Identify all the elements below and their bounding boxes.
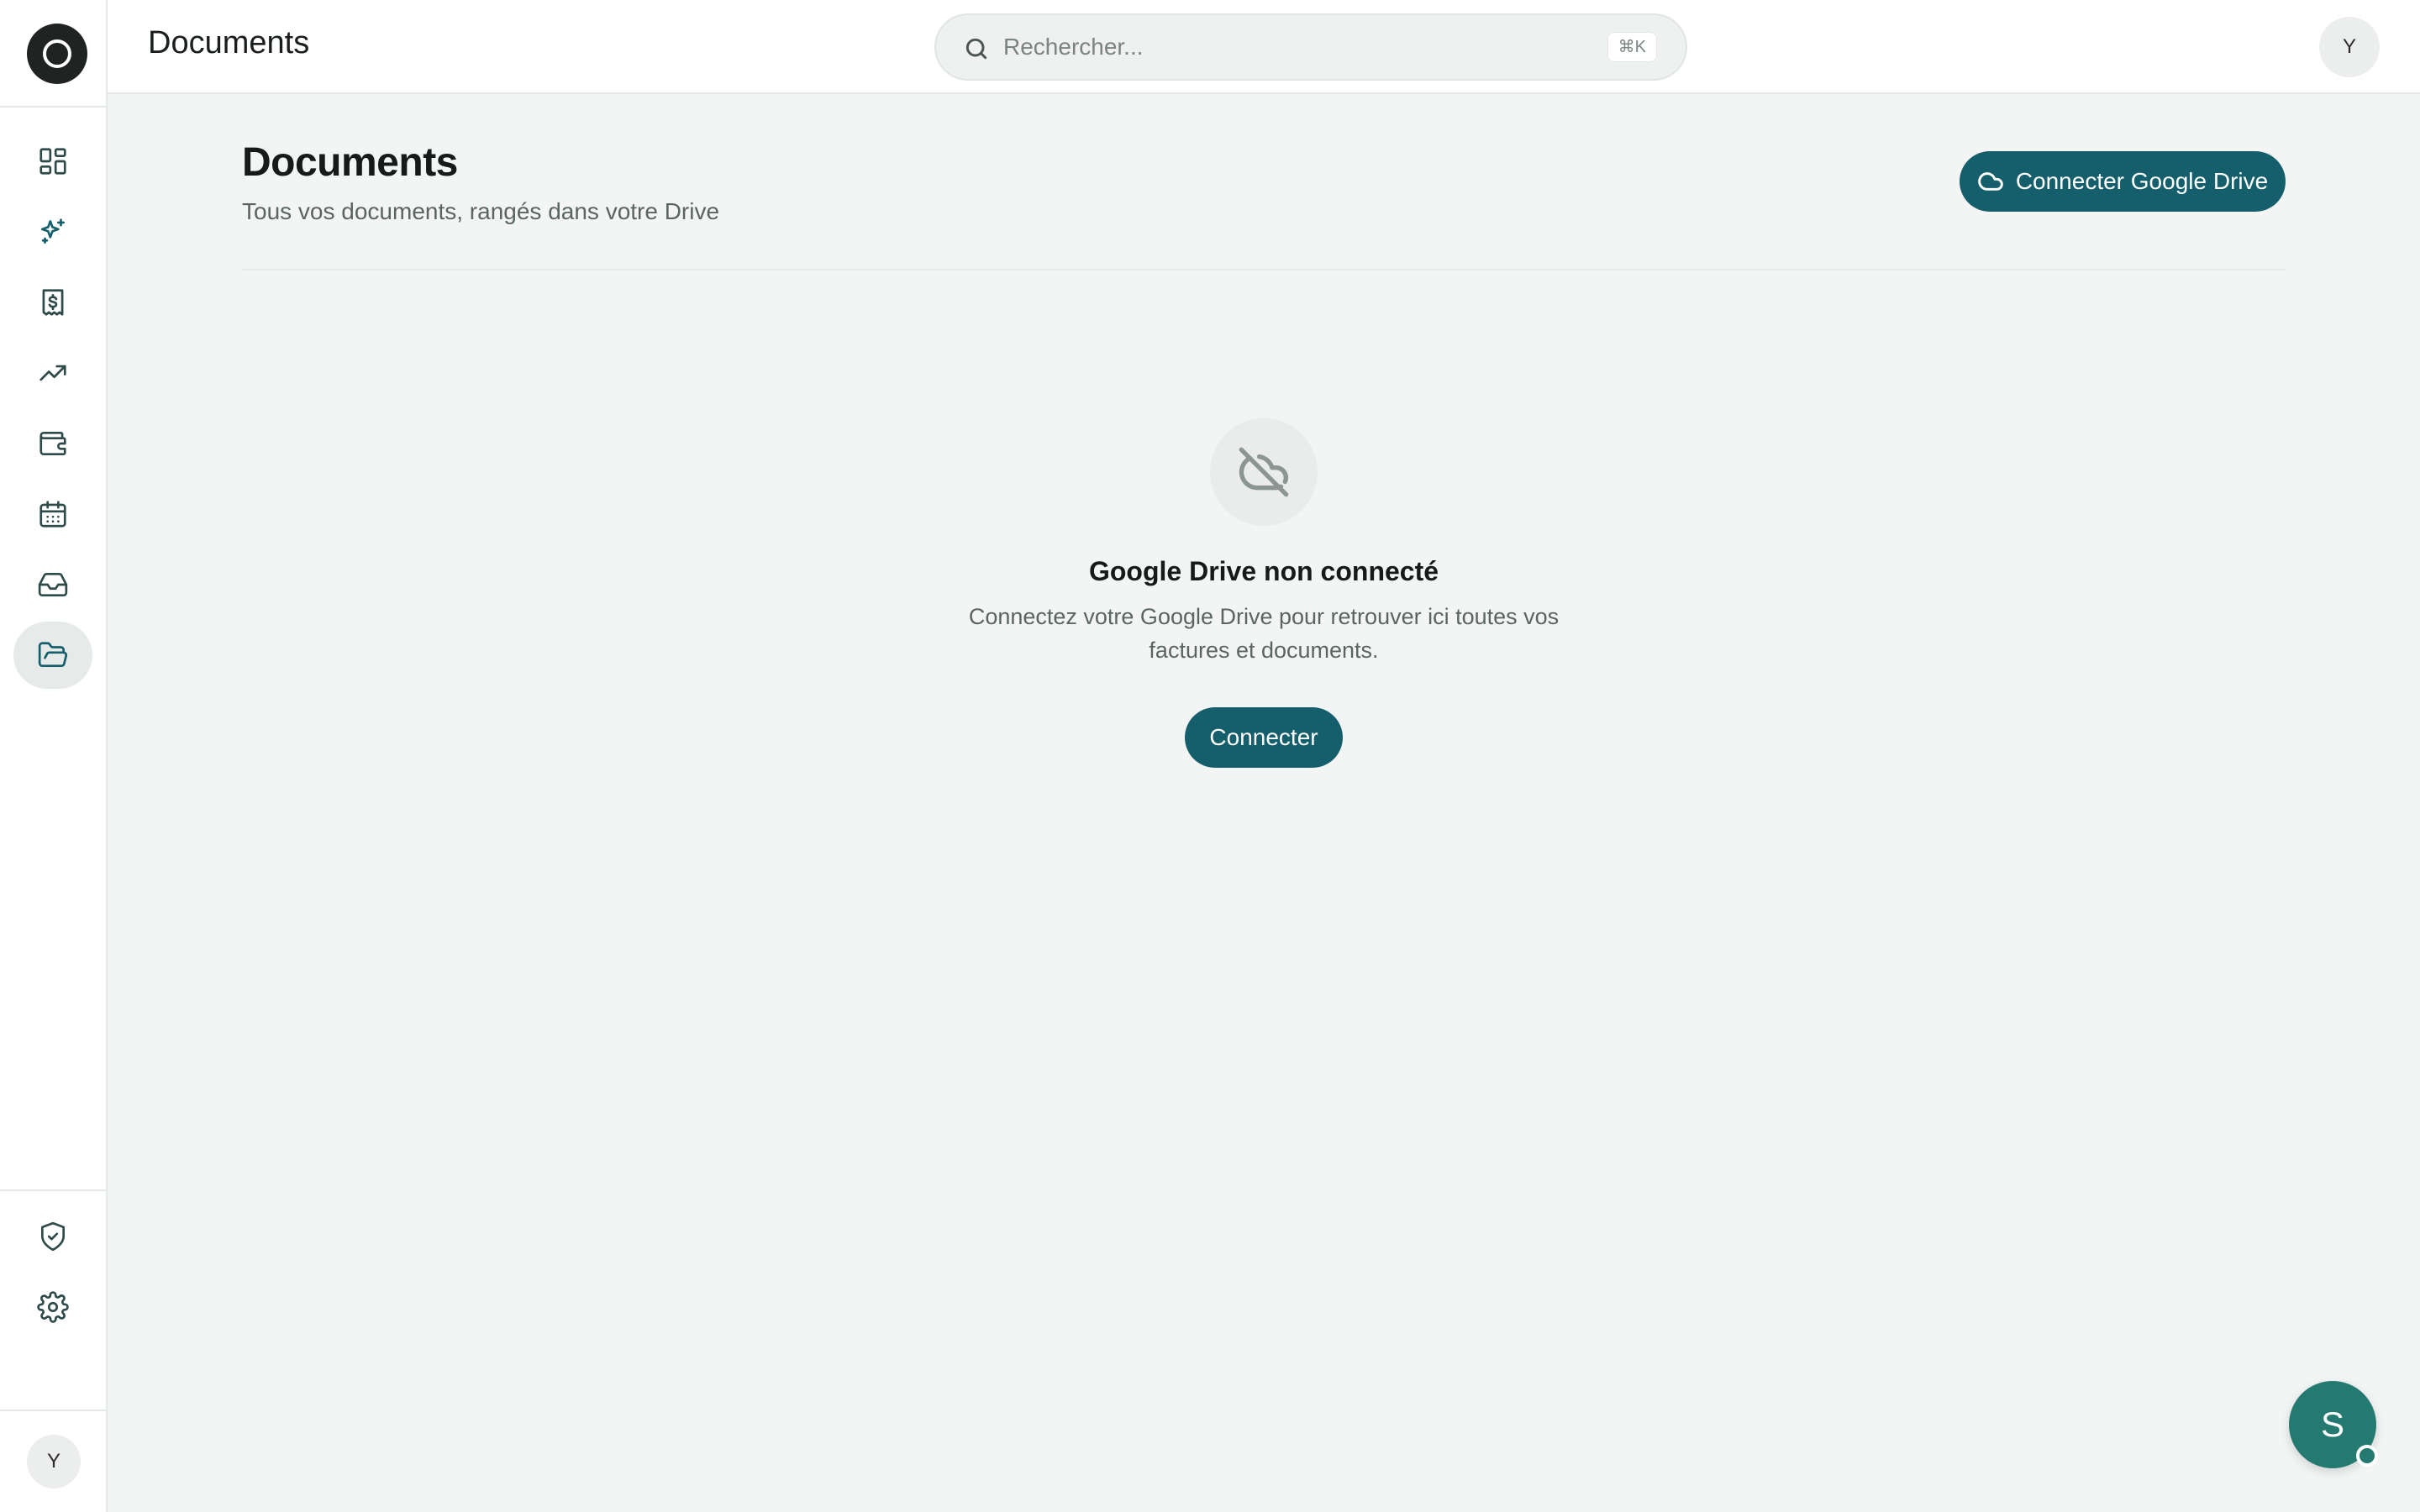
connect-button[interactable]: Connecter (1185, 707, 1343, 768)
sidebar-item-calendar[interactable] (13, 480, 92, 548)
header-title: Documents (148, 25, 310, 60)
page-title: Documents (242, 140, 458, 185)
sidebar-item-documents[interactable] (13, 622, 92, 689)
fab-initial: S (2320, 1404, 2344, 1444)
sidebar-divider (0, 106, 108, 108)
header-avatar[interactable]: Y (2319, 17, 2380, 77)
grid-icon (39, 148, 66, 175)
cloud-icon (1978, 172, 2003, 191)
folder-open-icon (38, 642, 68, 668)
receipt-dollar-icon (42, 289, 64, 316)
sidebar-item-ai[interactable] (13, 198, 92, 265)
connect-google-drive-label: Connecter Google Drive (2015, 168, 2269, 194)
empty-state-icon-wrap (1210, 418, 1318, 526)
sidebar-divider (0, 1189, 108, 1191)
sidebar-item-inbox[interactable] (13, 551, 92, 618)
gear-icon (37, 1291, 69, 1323)
sidebar-item-settings[interactable] (13, 1273, 92, 1341)
sparkles-icon (40, 218, 66, 244)
connect-google-drive-button[interactable]: Connecter Google Drive (1960, 151, 2286, 212)
sidebar-item-dashboard[interactable] (13, 128, 92, 195)
search-input[interactable] (1003, 29, 1558, 66)
sidebar-item-analytics[interactable] (13, 339, 92, 407)
page-subtitle: Tous vos documents, rangés dans votre Dr… (242, 198, 720, 224)
inbox-icon (38, 572, 68, 597)
status-dot (2356, 1445, 2378, 1467)
wallet-icon (39, 431, 66, 456)
sidebar: Y (0, 0, 108, 1512)
search-icon (965, 38, 987, 60)
shield-check-icon (40, 1221, 66, 1252)
user-avatar[interactable]: Y (27, 1435, 81, 1488)
logo-ring-icon (43, 39, 71, 68)
trending-up-icon (39, 365, 66, 381)
search-bar[interactable]: ⌘K (934, 13, 1687, 81)
sidebar-item-invoices[interactable] (13, 269, 92, 336)
calendar-icon (39, 501, 66, 528)
search-shortcut-badge: ⌘K (1607, 32, 1657, 62)
sidebar-item-security[interactable] (13, 1203, 92, 1270)
top-header: Documents ⌘K Y (108, 0, 2420, 94)
app-logo[interactable] (27, 24, 87, 84)
sidebar-item-wallet[interactable] (13, 410, 92, 477)
cloud-off-icon (1239, 447, 1289, 497)
sidebar-divider (0, 1410, 108, 1411)
empty-state-title: Google Drive non connecté (1088, 556, 1439, 586)
header-divider (242, 269, 2286, 270)
assistant-fab[interactable]: S (2289, 1381, 2378, 1468)
empty-state-description: Connectez votre Google Drive pour retrou… (968, 604, 1560, 663)
